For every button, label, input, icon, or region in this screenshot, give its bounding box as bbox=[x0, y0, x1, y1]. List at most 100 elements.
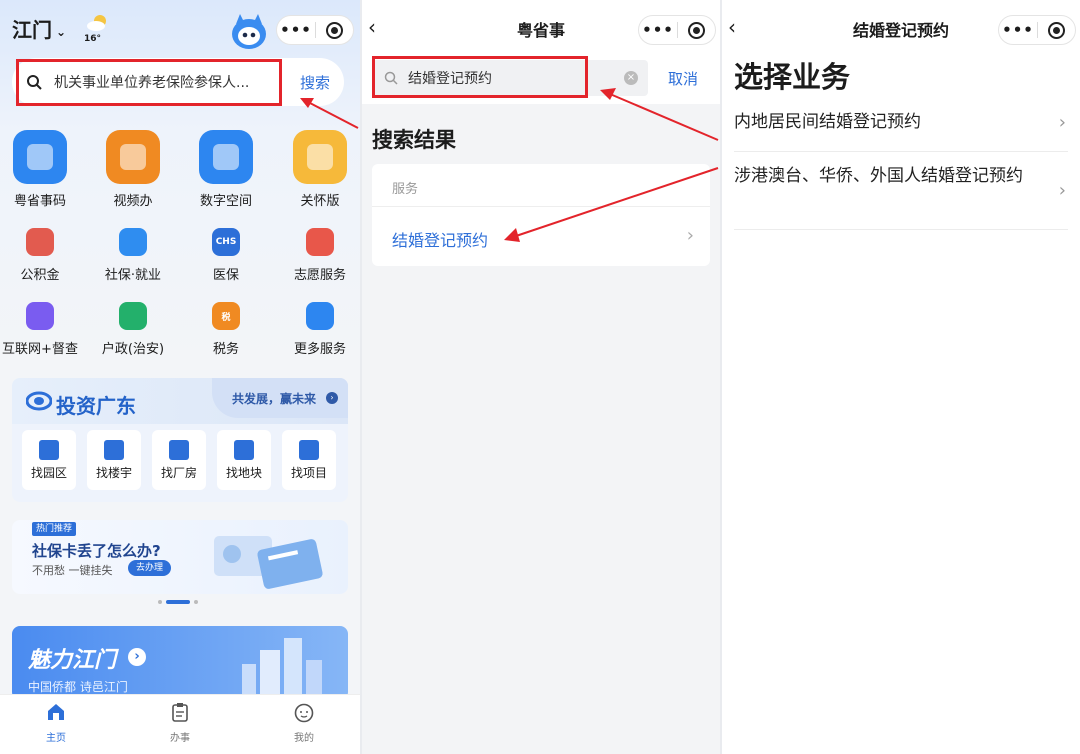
section-label: 服务 bbox=[392, 182, 419, 197]
annotation-arrow bbox=[600, 88, 719, 141]
service-tax[interactable]: 税税务 bbox=[186, 302, 266, 357]
tab-profile[interactable]: 我的 bbox=[274, 701, 334, 744]
invest-item[interactable]: 找厂房 bbox=[152, 430, 206, 490]
invest-item-label: 找地块 bbox=[225, 466, 262, 480]
chevron-right-icon: › bbox=[326, 392, 338, 404]
invest-item[interactable]: 找地块 bbox=[217, 430, 271, 490]
home-screen: 江门 ⌄ 16° ••• 机关事业单位养老保险参保人... 搜索 粤省事码 视频办数… bbox=[0, 0, 360, 754]
charm-jiangmen-card[interactable]: 魅力江门 › 中国侨都 诗邑江门 bbox=[12, 626, 348, 700]
building-icon bbox=[169, 440, 189, 460]
more-options-icon[interactable]: ••• bbox=[639, 21, 677, 39]
building-icon bbox=[299, 440, 319, 460]
invest-item-label: 找园区 bbox=[30, 466, 67, 480]
service-qr-code[interactable]: 粤省事码 bbox=[0, 130, 80, 209]
tab-services-label: 办事 bbox=[170, 733, 190, 744]
close-miniapp-icon[interactable] bbox=[678, 21, 715, 39]
tab-home-label: 主页 bbox=[46, 733, 66, 744]
charm-subtitle: 中国侨都 诗邑江门 bbox=[28, 680, 128, 694]
miniapp-capsule: ••• bbox=[276, 15, 354, 45]
care-icon bbox=[293, 130, 347, 184]
result-item-label: 结婚登记预约 bbox=[392, 231, 489, 250]
highlight-box bbox=[16, 59, 282, 106]
weather-temp: 16° bbox=[84, 34, 102, 44]
service-care[interactable]: 关怀版 bbox=[280, 130, 360, 209]
option-label: 涉港澳台、华侨、外国人结婚登记预约 bbox=[734, 166, 1023, 186]
invest-guangdong-card[interactable]: 投资广东 共发展，赢未来 › 找园区 找楼宇 找厂房 找地块 找项目 bbox=[12, 378, 348, 502]
service-more-services[interactable]: 更多服务 bbox=[280, 302, 360, 357]
promo-title: 社保卡丢了怎么办? bbox=[32, 542, 161, 560]
tab-services[interactable]: 办事 bbox=[150, 701, 210, 744]
qr-code-icon bbox=[13, 130, 67, 184]
option-overseas-marriage[interactable]: 涉港澳台、华侨、外国人结婚登记预约 › bbox=[734, 164, 1068, 230]
service-volunteer[interactable]: 志愿服务 bbox=[280, 228, 360, 283]
results-heading: 搜索结果 bbox=[372, 128, 456, 152]
invest-item-label: 找厂房 bbox=[160, 466, 197, 480]
inspection-icon bbox=[26, 302, 54, 330]
option-mainland-marriage[interactable]: 内地居民间结婚登记预约 › bbox=[734, 110, 1068, 152]
service-household[interactable]: 户政(治安) bbox=[93, 302, 173, 357]
service-inspection[interactable]: 互联网+督查 bbox=[0, 302, 80, 357]
invest-item-label: 找楼宇 bbox=[95, 466, 132, 480]
annotation-arrow bbox=[504, 167, 719, 242]
service-medical-insurance[interactable]: CHS 医保 bbox=[186, 228, 266, 283]
sun-cloud-icon bbox=[87, 15, 106, 31]
service-label: 数字空间 bbox=[199, 194, 252, 209]
highlight-box bbox=[372, 56, 588, 98]
service-label: 户政(治安) bbox=[101, 342, 165, 357]
building-icon bbox=[104, 440, 124, 460]
invest-item[interactable]: 找楼宇 bbox=[87, 430, 141, 490]
medical-insurance-icon: CHS bbox=[212, 228, 240, 256]
service-label: 更多服务 bbox=[293, 342, 346, 357]
profile-face-icon bbox=[294, 703, 314, 723]
video-icon bbox=[106, 130, 160, 184]
tax-icon: 税 bbox=[212, 302, 240, 330]
service-label: 公积金 bbox=[20, 268, 60, 283]
search-button[interactable]: 搜索 bbox=[300, 72, 330, 93]
house-fund-icon bbox=[26, 228, 54, 256]
weather-widget[interactable]: 16° bbox=[84, 12, 114, 44]
service-label: 互联网+督查 bbox=[2, 342, 78, 357]
miniapp-capsule: ••• bbox=[638, 15, 716, 45]
service-folder[interactable]: 数字空间 bbox=[186, 130, 266, 209]
city-selector[interactable]: 江门 ⌄ bbox=[12, 14, 66, 43]
more-options-icon[interactable]: ••• bbox=[999, 21, 1037, 39]
invest-item[interactable]: 找项目 bbox=[282, 430, 336, 490]
clipboard-icon bbox=[172, 703, 188, 722]
tab-home[interactable]: 主页 bbox=[26, 701, 86, 744]
promo-button[interactable]: 去办理 bbox=[128, 560, 172, 576]
service-video[interactable]: 视频办 bbox=[93, 130, 173, 209]
search-results-screen: ‹ 粤省事 ••• 结婚登记预约 × 取消 搜索结果 服务 结婚登记预约 › bbox=[362, 0, 720, 754]
home-icon bbox=[48, 704, 64, 720]
service-house-fund[interactable]: 公积金 bbox=[0, 228, 80, 283]
invest-item[interactable]: 找园区 bbox=[22, 430, 76, 490]
chevron-right-icon: › bbox=[1058, 112, 1066, 133]
invest-item-label: 找项目 bbox=[290, 466, 327, 480]
bottom-tab-bar: 主页 办事 我的 bbox=[0, 694, 360, 754]
service-label: 关怀版 bbox=[300, 194, 340, 209]
mascot-avatar[interactable] bbox=[230, 14, 268, 50]
option-label: 内地居民间结婚登记预约 bbox=[734, 112, 921, 132]
volunteer-icon bbox=[306, 228, 334, 256]
arrow-circle-icon: › bbox=[128, 648, 146, 666]
building-icon bbox=[234, 440, 254, 460]
service-label: 志愿服务 bbox=[293, 268, 346, 283]
chevron-right-icon: › bbox=[1058, 180, 1066, 201]
tab-profile-label: 我的 bbox=[294, 733, 314, 744]
invest-title: 投资广东 bbox=[56, 394, 136, 418]
more-services-icon bbox=[306, 302, 334, 330]
id-card-illustration-icon bbox=[214, 536, 323, 589]
clear-input-icon[interactable]: × bbox=[624, 71, 638, 85]
service-label: 粤省事码 bbox=[13, 194, 66, 209]
close-miniapp-icon[interactable] bbox=[316, 21, 353, 39]
promo-banner[interactable]: 热门推荐 社保卡丢了怎么办? 不用愁 一键挂失 去办理 bbox=[12, 520, 348, 594]
service-label: 视频办 bbox=[113, 194, 153, 209]
mascot-icon bbox=[232, 14, 266, 49]
service-social-security[interactable]: 社保·就业 bbox=[93, 228, 173, 283]
miniapp-capsule: ••• bbox=[998, 15, 1076, 45]
service-label: 医保 bbox=[212, 268, 239, 283]
promo-subtitle: 不用愁 一键挂失 bbox=[32, 564, 113, 577]
folder-icon bbox=[199, 130, 253, 184]
close-miniapp-icon[interactable] bbox=[1038, 21, 1075, 39]
household-icon bbox=[119, 302, 147, 330]
more-options-icon[interactable]: ••• bbox=[277, 21, 315, 39]
